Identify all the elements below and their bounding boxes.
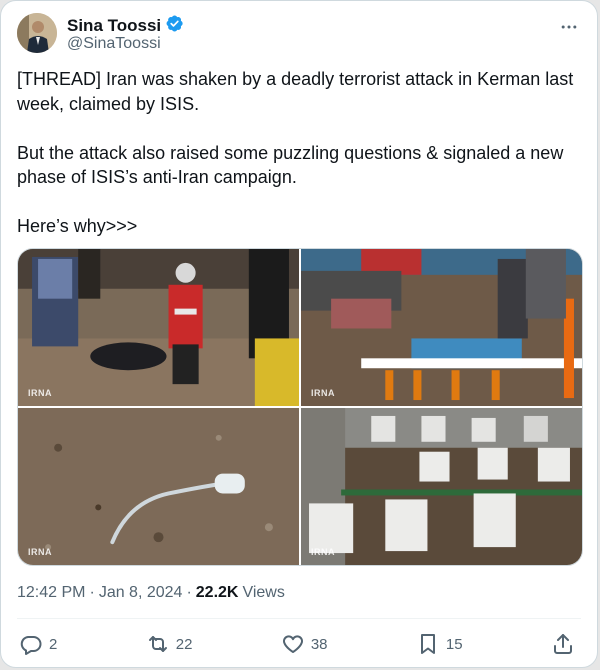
watermark: IRNA <box>28 388 52 398</box>
reply-count: 2 <box>49 635 58 653</box>
wire-debris-photo[interactable]: IRNA <box>18 408 299 565</box>
views-label: Views <box>242 584 285 601</box>
tweet-paragraph: [THREAD] Iran was shaken by a deadly ter… <box>17 69 574 114</box>
watermark: IRNA <box>311 388 335 398</box>
bookmark-icon <box>420 634 435 654</box>
meta-separator: · <box>186 584 192 601</box>
retweet-count: 22 <box>175 635 193 653</box>
like-icon <box>282 635 303 653</box>
damaged-ground-photo[interactable]: IRNA <box>301 249 582 406</box>
action-bar: 2 22 38 15 <box>19 629 575 659</box>
avatar[interactable] <box>17 13 57 53</box>
injured-people-photo[interactable]: IRNA <box>18 249 299 406</box>
more-button[interactable] <box>555 13 583 41</box>
watermark: IRNA <box>311 547 335 557</box>
reply-icon <box>20 636 42 655</box>
retweet-button[interactable]: 22 <box>146 632 193 656</box>
tweet-paragraph: Here’s why>>> <box>17 216 138 236</box>
tweet-text: [THREAD] Iran was shaken by a deadly ter… <box>17 67 583 263</box>
bookmark-button[interactable]: 15 <box>416 632 463 656</box>
watermark: IRNA <box>28 547 52 557</box>
author-display-name[interactable]: Sina Toossi <box>67 16 161 36</box>
media-grid: IRNA IRNA IRNA IRNA <box>17 248 583 566</box>
tweet-meta: 12:42 PM · Jan 8, 2024 · 22.2K Views <box>17 584 285 602</box>
tweet-paragraph: But the attack also raised some puzzling… <box>17 142 564 188</box>
like-count: 38 <box>310 635 328 653</box>
divider <box>17 618 581 619</box>
like-button[interactable]: 38 <box>281 632 328 656</box>
meta-separator: · <box>89 584 95 601</box>
share-icon <box>553 634 572 654</box>
more-icon <box>561 25 577 29</box>
verified-badge-icon <box>165 14 184 38</box>
reply-button[interactable]: 2 <box>19 632 57 656</box>
tweet-card: Sina Toossi @SinaToossi [THREAD] Iran wa… <box>0 0 598 668</box>
tweet-date[interactable]: Jan 8, 2024 <box>99 584 183 602</box>
retweet-icon <box>148 636 167 652</box>
bookmark-count: 15 <box>445 635 463 653</box>
share-button[interactable] <box>551 632 575 656</box>
graves-photo[interactable]: IRNA <box>301 408 582 565</box>
views-count: 22.2K <box>195 584 239 601</box>
author-handle[interactable]: @SinaToossi <box>67 35 161 53</box>
tweet-time[interactable]: 12:42 PM <box>17 584 85 602</box>
